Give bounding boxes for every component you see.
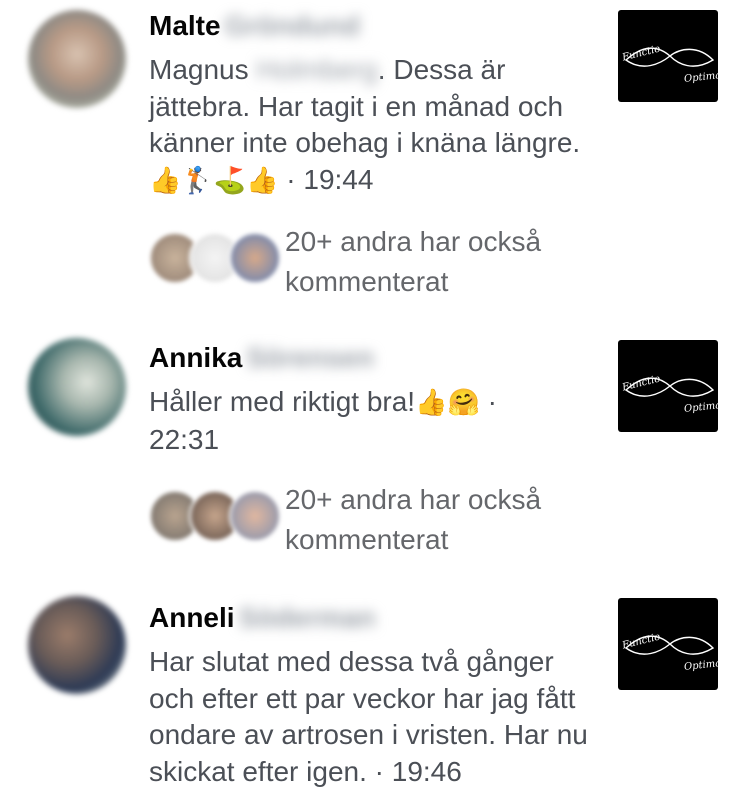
avatar[interactable]: [28, 596, 126, 694]
commenter-surname-blurred[interactable]: Söderman: [239, 600, 376, 636]
comment-text-part: Håller med riktigt bra!: [149, 386, 416, 417]
avatar: [229, 232, 281, 284]
comment-text-part: Har slutat med dessa två gånger och efte…: [149, 646, 588, 787]
attached-thumbnail[interactable]: Functio Optima: [618, 10, 718, 102]
comment-text-part: Magnus: [149, 54, 249, 85]
commenter-name[interactable]: Malte Gröndund: [149, 8, 599, 44]
comment-content: Annika Sörensen Håller med riktigt bra!👍🤗…: [149, 340, 599, 458]
comment-content: Malte Gröndund Magnus Holmberg. Dessa är …: [149, 8, 599, 199]
replies-summary[interactable]: 20+ andra har också kommenterat: [149, 222, 599, 302]
commenter-first-name[interactable]: Annika: [149, 342, 242, 373]
attached-thumbnail[interactable]: Functio Optima: [618, 598, 718, 690]
hugging-face-icon: 🤗: [447, 388, 480, 418]
thumbs-up-icon: 👍: [415, 388, 448, 418]
attached-thumbnail[interactable]: Functio Optima: [618, 340, 718, 432]
comment-timestamp[interactable]: · 19:44: [286, 164, 373, 195]
thumbs-up-icon: 👍: [149, 165, 182, 196]
commenter-first-name[interactable]: Anneli: [149, 602, 235, 633]
thumbs-up-icon: 👍: [246, 165, 279, 196]
commenter-surname-blurred[interactable]: Sörensen: [246, 340, 374, 376]
comment-text: Håller med riktigt bra!👍🤗 · 22:31: [149, 384, 569, 458]
replies-count-label[interactable]: 20+ andra har också kommenterat: [285, 480, 605, 560]
avatar: [229, 490, 281, 542]
reply-avatars: [149, 490, 281, 542]
comment-timestamp[interactable]: · 19:46: [375, 756, 462, 787]
avatar[interactable]: [28, 338, 126, 436]
commenter-name[interactable]: Annika Sörensen: [149, 340, 599, 376]
comment-text: Har slutat med dessa två gånger och efte…: [149, 644, 604, 790]
commenter-first-name[interactable]: Malte: [149, 10, 221, 41]
replies-summary[interactable]: 20+ andra har också kommenterat: [149, 480, 599, 560]
replies-count-label[interactable]: 20+ andra har också kommenterat: [285, 222, 605, 302]
comment-item: Annika Sörensen Håller med riktigt bra!👍🤗…: [0, 330, 750, 590]
commenter-surname-blurred[interactable]: Gröndund: [225, 8, 360, 44]
reply-avatars: [149, 232, 281, 284]
golfer-icon: 🏌: [181, 165, 214, 196]
commenter-name[interactable]: Anneli Söderman: [149, 600, 599, 636]
mention-blurred[interactable]: Holmberg: [256, 52, 377, 89]
comment-text: Magnus Holmberg. Dessa är jättebra. Har …: [149, 52, 599, 199]
comment-content: Anneli Söderman Har slutat med dessa två …: [149, 600, 599, 790]
comment-item: Malte Gröndund Magnus Holmberg. Dessa är …: [0, 0, 750, 320]
golf-flag-icon: ⛳: [213, 165, 247, 196]
avatar[interactable]: [28, 10, 126, 108]
comment-item: Anneli Söderman Har slutat med dessa två …: [0, 590, 750, 796]
